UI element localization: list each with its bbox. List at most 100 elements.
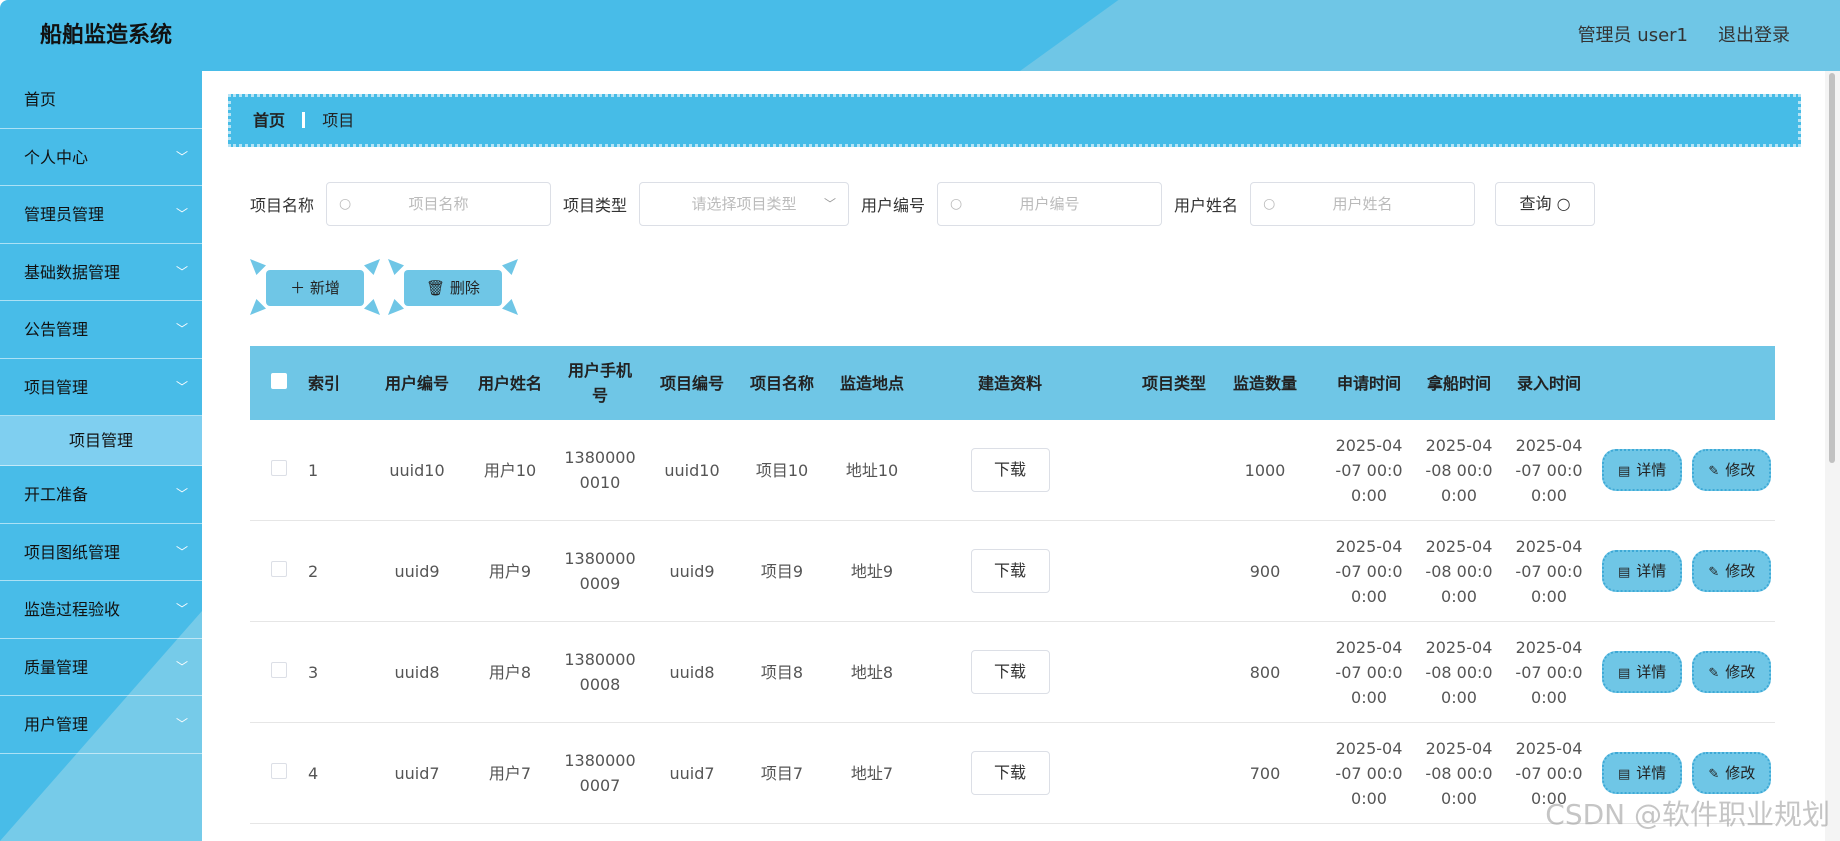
cell-location: 地址8 — [850, 662, 894, 682]
chevron-down-icon: ﹀ — [175, 659, 188, 674]
document-icon: ▤ — [1618, 464, 1631, 479]
select-all-checkbox[interactable] — [271, 372, 287, 389]
sidebar-item-home[interactable]: 首页 — [0, 71, 202, 129]
row-select-cell — [250, 458, 308, 483]
row-checkbox[interactable] — [271, 560, 287, 577]
sidebar-item-start-prep[interactable]: 开工准备 ﹀ — [0, 466, 202, 524]
sidebar-item-personal-center[interactable]: 个人中心 ﹀ — [0, 129, 202, 186]
download-button[interactable]: 下载 — [970, 751, 1050, 795]
time-line: 0:00 — [1531, 586, 1567, 606]
sidebar-item-notice-management[interactable]: 公告管理 ﹀ — [0, 301, 202, 359]
edit-icon: ✎ — [1708, 464, 1720, 479]
sidebar-item-process-acceptance[interactable]: 监造过程验收 ﹀ — [0, 581, 202, 639]
row-checkbox[interactable] — [271, 762, 287, 779]
current-user: 管理员 user1 — [1577, 25, 1688, 46]
cell-phone-line1: 1380000 — [564, 650, 636, 669]
time-line: 0:00 — [1441, 687, 1477, 707]
project-name-placeholder: 项目名称 — [408, 195, 469, 213]
corner-decoration — [250, 299, 266, 315]
cell-user-name: 用户7 — [488, 763, 532, 783]
edit-icon: ✎ — [1708, 767, 1720, 782]
project-name-input[interactable]: ○ 项目名称 — [326, 182, 552, 226]
time-line: 0:00 — [1531, 485, 1567, 505]
sidebar-item-label: 项目管理 — [24, 377, 89, 397]
user-no-label: 用户编号 — [861, 196, 926, 215]
breadcrumb: 首页 项目 — [228, 94, 1801, 147]
detail-button[interactable]: ▤ 详情 — [1602, 651, 1683, 693]
header-location: 监造地点 — [839, 373, 904, 393]
sidebar-item-basic-data[interactable]: 基础数据管理 ﹀ — [0, 244, 202, 301]
search-bar: 项目名称 ○ 项目名称 项目类型 请选择项目类型 ﹀ 用户编号 ○ 用户编号 用… — [250, 182, 1596, 226]
cell-location: 地址9 — [850, 561, 894, 581]
sidebar-item-label: 基础数据管理 — [24, 262, 121, 282]
user-name-placeholder: 用户姓名 — [1332, 195, 1393, 213]
corner-decoration — [250, 259, 266, 275]
row-checkbox[interactable] — [271, 459, 287, 476]
project-type-select[interactable]: 请选择项目类型 ﹀ — [639, 182, 850, 226]
edit-button[interactable]: ✎ 修改 — [1692, 449, 1772, 491]
chevron-down-icon: ﹀ — [175, 379, 188, 394]
sidebar-item-project-management[interactable]: 项目管理 ﹀ — [0, 359, 202, 416]
sidebar-item-drawing-management[interactable]: 项目图纸管理 ﹀ — [0, 524, 202, 581]
time-line: -07 00:0 — [1515, 460, 1583, 480]
corner-decoration — [388, 259, 404, 275]
user-name-input[interactable]: ○ 用户姓名 — [1250, 182, 1476, 226]
edit-icon: ✎ — [1708, 565, 1720, 580]
detail-button[interactable]: ▤ 详情 — [1602, 752, 1683, 794]
document-icon: ▤ — [1618, 666, 1631, 681]
time-line: -08 00:0 — [1425, 662, 1493, 682]
top-header: 船舶监造系统 管理员 user1 退出登录 — [0, 0, 1840, 71]
detail-button[interactable]: ▤ 详情 — [1602, 449, 1683, 491]
time-line: 2025-04 — [1425, 435, 1493, 455]
logout-link[interactable]: 退出登录 — [1718, 0, 1790, 71]
user-no-input[interactable]: ○ 用户编号 — [937, 182, 1163, 226]
time-line: -07 00:0 — [1335, 763, 1403, 783]
edit-button[interactable]: ✎ 修改 — [1692, 550, 1772, 592]
add-button[interactable]: ＋ 新增 — [250, 259, 380, 315]
search-icon: ○ — [950, 196, 963, 212]
cell-entry-time: 2025-04 -07 00:0 0:00 — [1504, 534, 1594, 609]
cell-phone-line2: 0008 — [579, 675, 621, 694]
cell-project-no: uuid10 — [664, 460, 720, 480]
sidebar-item-quality-management[interactable]: 质量管理 ﹀ — [0, 639, 202, 696]
breadcrumb-home[interactable]: 首页 — [253, 111, 285, 130]
cell-ops: ▤ 详情 ✎ 修改 — [1594, 449, 1775, 491]
download-button[interactable]: 下载 — [970, 448, 1050, 492]
scrollbar-thumb[interactable] — [1829, 73, 1835, 463]
sidebar-item-label: 项目图纸管理 — [24, 542, 121, 562]
table-row: 1 uuid10 用户10 1380000 0010 uuid10 项目10 地址… — [250, 420, 1775, 521]
cell-user-no: uuid9 — [394, 561, 440, 581]
edit-button[interactable]: ✎ 修改 — [1692, 651, 1772, 693]
row-select-cell — [250, 660, 308, 685]
chevron-down-icon: ﹀ — [175, 602, 188, 616]
header-ops: 操作 — [1594, 371, 1775, 396]
header-user-no: 用户编号 — [384, 373, 449, 393]
cell-ops: ▤ 详情 ✎ 修改 — [1594, 651, 1775, 693]
download-button[interactable]: 下载 — [970, 650, 1050, 694]
document-icon: ▤ — [1618, 767, 1631, 782]
breadcrumb-current: 项目 — [322, 111, 355, 130]
row-checkbox[interactable] — [271, 661, 287, 678]
delete-button[interactable]: 🗑 删除 — [388, 259, 518, 315]
cell-file: 下载 — [918, 650, 1142, 694]
time-line: 0:00 — [1351, 687, 1387, 707]
cell-user-no: uuid10 — [389, 460, 445, 480]
download-button[interactable]: 下载 — [970, 549, 1050, 593]
cell-project-name: 项目7 — [760, 763, 804, 783]
detail-label: 详情 — [1636, 461, 1667, 479]
edit-label: 修改 — [1725, 663, 1756, 681]
action-bar: ＋ 新增 🗑 删除 — [250, 259, 526, 315]
table-row: 2 uuid9 用户9 1380000 0009 uuid9 项目9 地址9 下载… — [250, 521, 1775, 622]
sidebar-item-user-management[interactable]: 用户管理 ﹀ — [0, 696, 202, 754]
time-line: -07 00:0 — [1515, 561, 1583, 581]
chevron-down-icon: ﹀ — [175, 717, 188, 731]
header-decoration — [1020, 0, 1840, 71]
query-button[interactable]: 查询 ○ — [1495, 182, 1596, 226]
detail-button[interactable]: ▤ 详情 — [1602, 550, 1683, 592]
sidebar-subitem-project-management[interactable]: 项目管理 — [0, 416, 202, 466]
sidebar-item-admin-management[interactable]: 管理员管理 ﹀ — [0, 186, 202, 244]
edit-button[interactable]: ✎ 修改 — [1692, 752, 1772, 794]
header-phone-line1: 用户手机 — [567, 361, 632, 380]
cell-phone-line2: 0007 — [579, 776, 621, 795]
page-scrollbar[interactable] — [1825, 71, 1840, 841]
